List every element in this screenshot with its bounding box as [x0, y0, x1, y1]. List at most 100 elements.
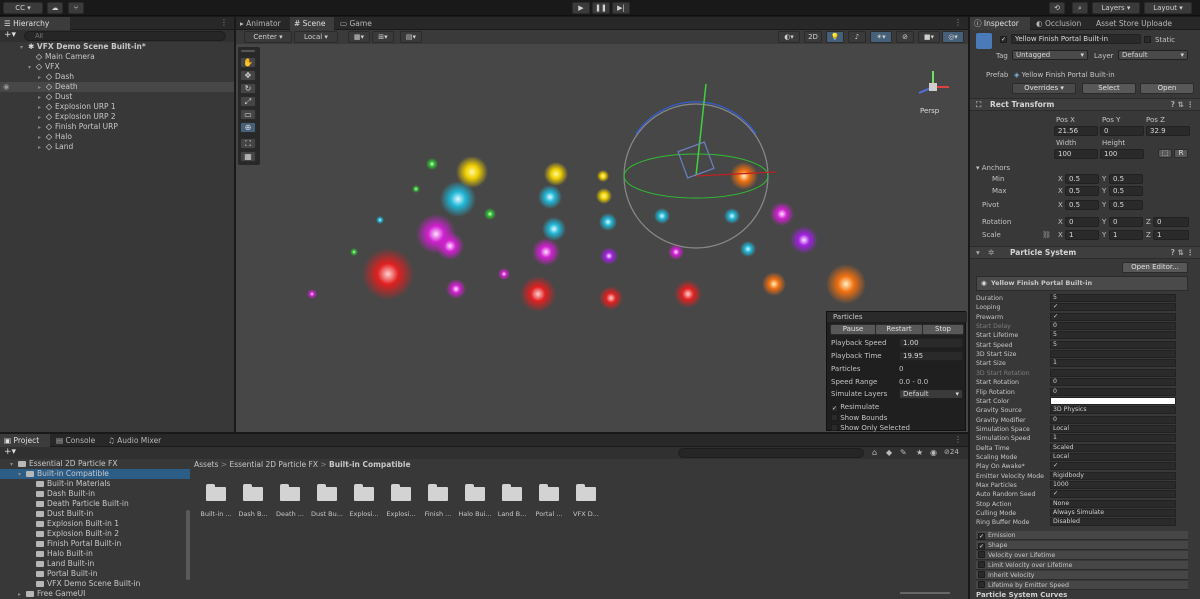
property-value[interactable]: Rigidbody [1050, 471, 1176, 480]
pause-button[interactable]: ❚❚ [592, 2, 610, 14]
folder-icon[interactable] [206, 484, 226, 501]
tree-item[interactable]: Explosion Built-in 1 [0, 519, 190, 529]
min-x-field[interactable]: 0.5 [1065, 174, 1099, 184]
max-y-field[interactable]: 0.5 [1109, 186, 1143, 196]
playback-speed-field[interactable]: 1.00 [899, 338, 963, 348]
asset-label[interactable]: Land B... [495, 510, 529, 518]
property-row[interactable]: Gravity Source 3D Physics [976, 406, 1188, 415]
hierarchy-item[interactable]: ▸ Halo [0, 132, 234, 142]
folder-icon[interactable] [280, 484, 300, 501]
asset-label[interactable]: Halo Bui... [458, 510, 492, 518]
show-only-selected-toggle[interactable]: Show Only Selected [831, 424, 910, 432]
property-row[interactable]: Start Rotation 0 [976, 378, 1188, 387]
more-icon[interactable]: ⋮ [954, 18, 962, 27]
folder-icon[interactable] [354, 484, 374, 501]
pivot-y-field[interactable]: 0.5 [1109, 200, 1143, 210]
pivot-dropdown[interactable]: Center ▾ [244, 31, 292, 43]
rot-y-field[interactable]: 0 [1109, 217, 1143, 227]
persp-label[interactable]: Persp [920, 107, 939, 115]
search-icon[interactable]: ⌕ [1072, 2, 1088, 14]
stop-particles-button[interactable]: Stop [922, 324, 964, 335]
property-row[interactable]: Ring Buffer Mode Disabled [976, 518, 1188, 527]
draw-mode-icon[interactable]: ◐▾ [778, 31, 800, 43]
visibility-icon[interactable]: ◉ [3, 82, 10, 92]
restart-particles-button[interactable]: Restart [875, 324, 923, 335]
hierarchy-item[interactable]: ▾ VFX [0, 62, 234, 72]
property-row[interactable]: Scaling Mode Local [976, 452, 1188, 462]
collab-icon[interactable]: ⑂ [68, 2, 84, 14]
hierarchy-item[interactable]: ▸ Finish Portal URP [0, 122, 234, 132]
asset-label[interactable]: Finish ... [421, 510, 455, 518]
property-row[interactable]: 3D Start Size [976, 350, 1188, 359]
tab-audio-mixer[interactable]: ♫ Audio Mixer [104, 434, 166, 447]
tab-hierarchy[interactable]: ☰ Hierarchy [0, 17, 70, 30]
eye-icon[interactable]: ◉ [930, 448, 937, 457]
asset-label[interactable]: VFX D... [569, 510, 603, 518]
max-x-field[interactable]: 0.5 [1065, 186, 1099, 196]
mode-2d-button[interactable]: 2D [804, 31, 822, 43]
blueprint-button[interactable]: ⬚ [1158, 149, 1172, 158]
folder-icon[interactable] [502, 484, 522, 501]
project-search-input[interactable] [678, 448, 864, 458]
property-row[interactable]: Max Particles 1000 [976, 481, 1188, 490]
open-editor-button[interactable]: Open Editor... [1122, 262, 1188, 273]
layout-dropdown[interactable]: Layout ▾ [1144, 2, 1192, 14]
property-value[interactable]: 1 [1050, 359, 1176, 368]
property-row[interactable]: Auto Random Seed ✓ [976, 490, 1188, 499]
anchors-label[interactable]: ▾ Anchors [976, 164, 1010, 172]
tag-icon[interactable]: ✎ [900, 448, 907, 457]
cloud-icon[interactable]: ☁ [47, 2, 63, 14]
tab-animator[interactable]: ▸ Animator [236, 17, 288, 30]
asset-label[interactable]: Explosi... [384, 510, 418, 518]
tree-item[interactable]: Portal Built-in [0, 569, 190, 579]
property-row[interactable]: Stop Action None [976, 499, 1188, 509]
pivot-x-field[interactable]: 0.5 [1065, 200, 1099, 210]
property-value[interactable]: ✓ [1050, 312, 1176, 321]
playback-time-field[interactable]: 19.95 [899, 351, 963, 361]
tab-occlusion[interactable]: ◐ Occlusion [1032, 17, 1090, 30]
prefab-value[interactable]: ◈ Yellow Finish Portal Built-in [1014, 71, 1115, 79]
property-row[interactable]: Duration 5 [976, 294, 1188, 303]
hierarchy-item[interactable]: ▸ Dash [0, 72, 234, 82]
property-value[interactable]: Scaled [1050, 443, 1176, 452]
property-row[interactable]: Start Lifetime 5 [976, 331, 1188, 340]
asset-label[interactable]: Dash B... [236, 510, 270, 518]
property-row[interactable]: Gravity Modifier 0 [976, 415, 1188, 425]
tab-asset-store-uploader[interactable]: Asset Store Uploade [1092, 17, 1200, 30]
pos-z-field[interactable]: 32.9 [1146, 126, 1190, 136]
property-value[interactable]: 0 [1050, 322, 1176, 331]
property-row[interactable]: Play On Awake* ✓ [976, 462, 1188, 471]
scale-z-field[interactable]: 1 [1153, 230, 1189, 240]
rot-z-field[interactable]: 0 [1153, 217, 1189, 227]
property-row[interactable]: Culling Mode Always Simulate [976, 509, 1188, 518]
tag-dropdown[interactable]: Untagged ▾ [1012, 50, 1088, 60]
tree-item[interactable]: Halo Built-in [0, 549, 190, 559]
property-value[interactable]: 5 [1050, 340, 1176, 349]
hierarchy-item[interactable]: ▸ Dust [0, 92, 234, 102]
property-row[interactable]: Simulation Speed 1 [976, 434, 1188, 443]
tree-item[interactable]: Explosion Built-in 2 [0, 529, 190, 539]
hierarchy-item[interactable]: Main Camera [0, 52, 234, 62]
scale-x-field[interactable]: 1 [1065, 230, 1099, 240]
property-value[interactable]: 1000 [1050, 481, 1176, 489]
object-name-field[interactable]: Yellow Finish Portal Built-in [1011, 34, 1141, 44]
property-value[interactable]: Local [1050, 424, 1176, 433]
asset-label[interactable]: Dust Bu... [310, 510, 344, 518]
tree-root[interactable]: ▾ Essential 2D Particle FX [0, 459, 190, 469]
component-menu-icon[interactable]: ? ⇅ ⋮ [1171, 247, 1194, 259]
space-dropdown[interactable]: Local ▾ [294, 31, 338, 43]
property-value[interactable]: 0 [1050, 378, 1176, 387]
play-button[interactable]: ▶ [572, 2, 590, 14]
tree-item[interactable]: Death Particle Built-in [0, 499, 190, 509]
breadcrumb-item[interactable]: Built-in Compatible [329, 460, 411, 469]
lighting-icon[interactable]: 💡 [826, 31, 844, 43]
link-icon[interactable]: ⛓ [1042, 231, 1051, 239]
move-snap-icon[interactable]: ▤▾ [400, 31, 422, 43]
property-row[interactable]: Start Size 1 [976, 359, 1188, 368]
folder-icon[interactable] [428, 484, 448, 501]
grid-snap-icon[interactable]: ▦▾ [348, 31, 370, 43]
static-checkbox[interactable] [1144, 36, 1151, 43]
folder-icon[interactable] [391, 484, 411, 501]
module-checkbox[interactable] [978, 581, 985, 588]
snap-increment-icon[interactable]: ⊞▾ [372, 31, 394, 43]
